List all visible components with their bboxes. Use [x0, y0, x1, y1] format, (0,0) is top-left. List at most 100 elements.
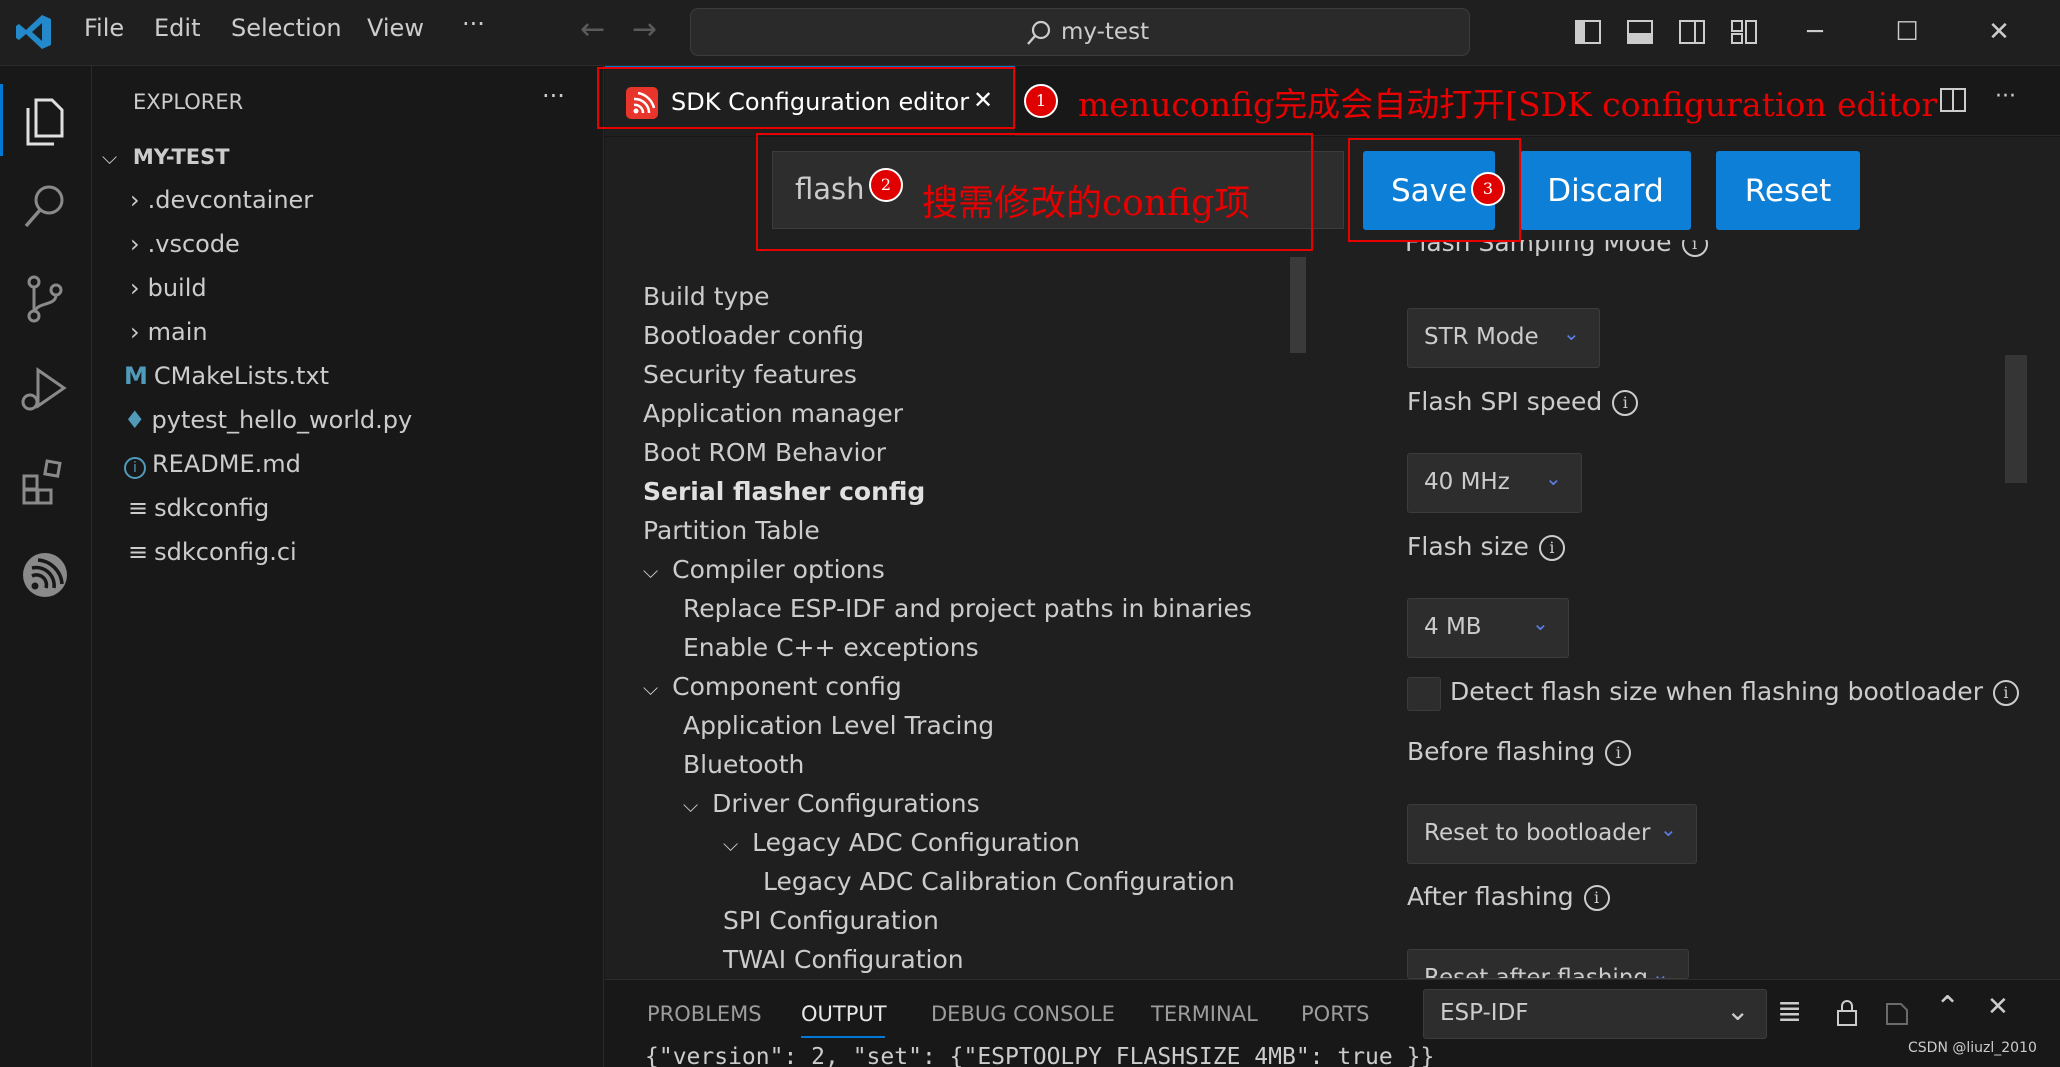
chevron-down-icon: ⌵: [683, 793, 699, 817]
open-in-editor-icon[interactable]: [1883, 998, 1913, 1028]
tree-file-sdkconfig-ci[interactable]: ≡ sdkconfig.ci: [128, 538, 297, 574]
flash-sampling-label: Flash Sampling Mode i: [1405, 240, 1708, 264]
settings-scrollbar[interactable]: [2005, 355, 2027, 483]
menu-item-spi-configuration[interactable]: SPI Configuration: [723, 906, 939, 935]
workspace-root[interactable]: ⌵ MY-TEST: [102, 142, 230, 178]
close-panel-icon[interactable]: ✕: [1987, 992, 2009, 1022]
after-flashing-dropdown[interactable]: Reset after flashing ⌄: [1407, 949, 1689, 979]
tab-ports[interactable]: PORTS: [1301, 1002, 1369, 1026]
clear-output-icon[interactable]: ≣: [1777, 994, 1802, 1029]
espressif-icon[interactable]: [16, 546, 74, 604]
chevron-right-icon: ›: [130, 230, 140, 258]
after-flashing-label: After flashing i: [1407, 882, 1610, 911]
customize-layout-icon[interactable]: [1730, 18, 1758, 46]
tree-folder-devcontainer[interactable]: › .devcontainer: [130, 186, 313, 222]
editor-more-icon[interactable]: ···: [1995, 84, 2016, 109]
info-icon[interactable]: i: [1681, 240, 1708, 257]
chevron-down-icon: ⌄: [1545, 466, 1562, 490]
before-flashing-dropdown[interactable]: Reset to bootloader ⌄: [1407, 804, 1697, 864]
output-channel-select[interactable]: ESP-IDF ⌄: [1423, 989, 1767, 1039]
maximize-panel-icon[interactable]: ⌃: [1935, 990, 1960, 1025]
menu-item-application-manager[interactable]: Application manager: [643, 399, 903, 428]
menu-selection[interactable]: Selection: [231, 14, 342, 42]
chevron-down-icon: ⌄: [1563, 321, 1580, 345]
flash-spi-speed-dropdown[interactable]: 40 MHz ⌄: [1407, 453, 1582, 513]
tree-folder-build[interactable]: › build: [130, 274, 207, 310]
command-center-search[interactable]: my-test: [690, 8, 1470, 56]
toggle-sidebar-icon[interactable]: [1574, 18, 1602, 46]
detect-flash-size-label: Detect flash size when flashing bootload…: [1450, 677, 2019, 706]
annotation-badge-1: 1: [1024, 84, 1058, 118]
menu-item-boot-rom[interactable]: Boot ROM Behavior: [643, 438, 886, 467]
run-debug-icon[interactable]: [16, 360, 74, 418]
discard-button[interactable]: Discard: [1520, 151, 1691, 230]
flash-sampling-dropdown[interactable]: STR Mode ⌄: [1407, 308, 1600, 368]
tree-file-readme[interactable]: i README.md: [124, 450, 301, 486]
chevron-down-icon: ⌄: [1726, 994, 1750, 1027]
menu-item-component-config[interactable]: ⌵ Component config: [643, 672, 902, 701]
maximize-icon[interactable]: ☐: [1872, 0, 1942, 64]
tree-file-cmakelists[interactable]: M CMakeLists.txt: [124, 362, 329, 398]
annotation-badge-2: 2: [869, 168, 903, 202]
source-control-icon[interactable]: [16, 270, 74, 328]
tree-folder-main[interactable]: › main: [130, 318, 208, 354]
toggle-secondary-sidebar-icon[interactable]: [1678, 18, 1706, 46]
tab-terminal[interactable]: TERMINAL: [1151, 1002, 1258, 1026]
tab-problems[interactable]: PROBLEMS: [647, 1002, 762, 1026]
lock-icon[interactable]: [1833, 998, 1861, 1028]
back-arrow-icon[interactable]: ←: [580, 12, 605, 47]
chevron-down-icon: ⌄: [1652, 962, 1669, 979]
menu-item-cpp-exceptions[interactable]: Enable C++ exceptions: [683, 633, 979, 662]
menu-more[interactable]: ···: [462, 10, 485, 38]
active-indicator: [0, 84, 3, 156]
minimize-icon[interactable]: ─: [1780, 0, 1850, 64]
menu-tree-scrollbar[interactable]: [1290, 257, 1306, 353]
info-icon[interactable]: i: [1538, 535, 1565, 561]
info-icon[interactable]: i: [1992, 680, 2019, 706]
menu-item-build-type[interactable]: Build type: [643, 282, 770, 311]
vscode-logo-icon: [16, 15, 51, 49]
menu-file[interactable]: File: [84, 14, 124, 42]
title-bar: File Edit Selection View ··· ← → my-test…: [0, 0, 2060, 66]
menu-item-compiler-options[interactable]: ⌵ Compiler options: [643, 555, 885, 584]
info-icon[interactable]: i: [1605, 740, 1632, 766]
close-window-icon[interactable]: ✕: [1964, 0, 2034, 64]
search-icon[interactable]: [16, 178, 74, 236]
search-text: my-test: [1061, 19, 1150, 45]
menu-item-bluetooth[interactable]: Bluetooth: [683, 750, 804, 779]
watermark: CSDN @liuzl_2010: [1908, 1040, 2037, 1056]
tree-file-sdkconfig[interactable]: ≡ sdkconfig: [128, 494, 269, 530]
tree-file-pytest[interactable]: ♦ pytest_hello_world.py: [124, 406, 412, 442]
before-flashing-label: Before flashing i: [1407, 737, 1632, 766]
info-icon[interactable]: i: [1612, 390, 1639, 416]
menu-item-serial-flasher[interactable]: Serial flasher config: [643, 477, 925, 506]
menu-item-driver-configurations[interactable]: ⌵ Driver Configurations: [683, 789, 980, 818]
menu-view[interactable]: View: [367, 14, 424, 42]
explorer-more-icon[interactable]: ···: [542, 82, 565, 110]
menu-item-bootloader-config[interactable]: Bootloader config: [643, 321, 864, 350]
info-icon[interactable]: i: [1583, 885, 1610, 911]
explorer-icon[interactable]: [16, 90, 74, 148]
flash-size-dropdown[interactable]: 4 MB ⌄: [1407, 598, 1569, 658]
menu-item-twai-configuration[interactable]: TWAI Configuration: [723, 945, 964, 974]
reset-button[interactable]: Reset: [1716, 151, 1860, 230]
menu-item-partition-table[interactable]: Partition Table: [643, 516, 820, 545]
toggle-panel-icon[interactable]: [1626, 18, 1654, 46]
chevron-right-icon: ›: [130, 186, 140, 214]
detect-flash-size-checkbox[interactable]: [1407, 677, 1441, 711]
menu-item-legacy-adc-calibration[interactable]: Legacy ADC Calibration Configuration: [763, 867, 1235, 896]
split-editor-icon[interactable]: [1939, 86, 1967, 114]
text-file-icon: ≡: [128, 538, 149, 566]
extensions-icon[interactable]: [16, 452, 74, 510]
menu-item-replace-paths[interactable]: Replace ESP-IDF and project paths in bin…: [683, 594, 1252, 623]
menu-item-legacy-adc[interactable]: ⌵ Legacy ADC Configuration: [723, 828, 1080, 857]
menu-edit[interactable]: Edit: [154, 14, 200, 42]
menu-item-security-features[interactable]: Security features: [643, 360, 857, 389]
python-file-icon: ♦: [124, 406, 146, 434]
tab-output[interactable]: OUTPUT: [801, 1002, 887, 1026]
menu-item-app-tracing[interactable]: Application Level Tracing: [683, 711, 994, 740]
forward-arrow-icon[interactable]: →: [632, 12, 657, 47]
tab-debug-console[interactable]: DEBUG CONSOLE: [931, 1002, 1115, 1026]
output-line: {"version": 2, "set": {"ESPTOOLPY_FLASHS…: [645, 1044, 1435, 1067]
tree-folder-vscode[interactable]: › .vscode: [130, 230, 240, 266]
